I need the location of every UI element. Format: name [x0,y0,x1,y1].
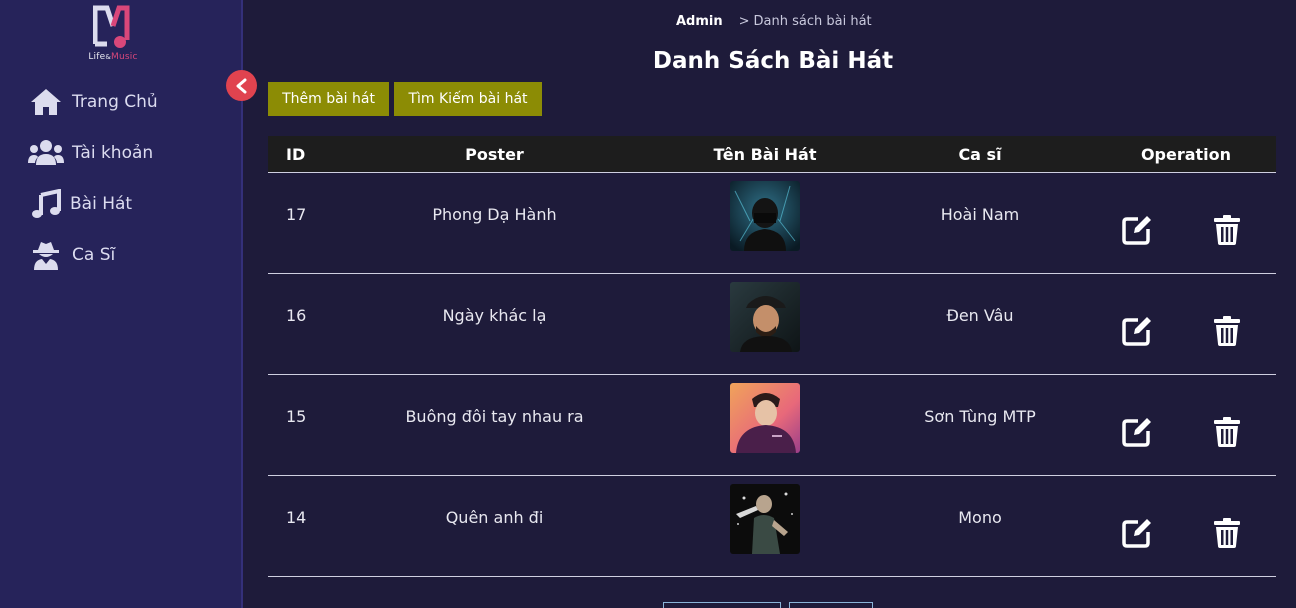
sidebar: Life&Music Trang Chủ Tài khoản Bài Hát C… [0,0,243,608]
table-row: 16 Ngày khác lạ Đen Vâu [268,274,1276,375]
sidebar-item-songs[interactable]: Bài Hát [28,186,132,222]
edit-button[interactable] [1120,314,1154,348]
cell-singer: Sơn Tùng MTP [924,407,1036,426]
cell-name: Buông đôi tay nhau ra [405,407,584,426]
sidebar-item-label: Tài khoản [72,143,154,163]
poster-image [730,282,800,352]
add-song-button[interactable]: Thêm bài hát [268,82,389,116]
search-song-button[interactable]: Tìm Kiếm bài hát [394,82,542,116]
cell-id: 14 [286,508,307,527]
cell-name: Quên anh đi [445,508,544,527]
songs-table: ID Poster Tên Bài Hát Ca sĩ Operation 17… [268,136,1276,577]
trash-icon [1214,316,1240,346]
users-icon [28,137,64,169]
cell-name: Ngày khác lạ [442,306,547,325]
delete-button[interactable] [1210,516,1244,550]
edit-icon [1122,216,1151,245]
poster-image [730,484,800,554]
header-singer: Ca sĩ [958,144,1002,164]
home-icon [28,86,64,118]
breadcrumb: Admin > Danh sách bài hát [676,14,872,29]
chevron-left-icon [236,78,246,93]
sidebar-item-home[interactable]: Trang Chủ [28,84,158,120]
delete-button[interactable] [1210,213,1244,247]
poster-image [730,181,800,251]
edit-icon [1122,317,1151,346]
edit-icon [1122,519,1151,548]
brand-name: Life&Music [83,52,143,62]
edit-button[interactable] [1120,516,1154,550]
header-song-name: Tên Bài Hát [713,144,817,164]
trash-icon [1214,417,1240,447]
table-row: 14 Quên anh đi Mono [268,476,1276,577]
cell-singer: Đen Vâu [946,306,1014,325]
header-operation: Operation [1140,144,1232,164]
pagination-button-prev[interactable] [663,602,781,608]
sidebar-item-accounts[interactable]: Tài khoản [28,135,153,171]
delete-button[interactable] [1210,314,1244,348]
table-row: 15 Buông đôi tay nhau ra Sơn Tùng MTP [268,375,1276,476]
sidebar-item-label: Ca Sĩ [72,245,116,265]
cell-singer: Mono [958,508,1002,527]
sidebar-item-singers[interactable]: Ca Sĩ [28,237,115,273]
breadcrumb-current: Danh sách bài hát [753,14,872,29]
trash-icon [1214,518,1240,548]
pagination-button-next[interactable] [789,602,873,608]
brand-line2: Music [111,52,138,62]
brand-logo[interactable]: Life&Music [83,4,143,64]
header-id: ID [286,144,306,164]
delete-button[interactable] [1210,415,1244,449]
sidebar-item-label: Bài Hát [70,194,133,214]
cell-id: 17 [286,205,307,224]
table-header: ID Poster Tên Bài Hát Ca sĩ Operation [268,136,1276,173]
edit-button[interactable] [1120,415,1154,449]
breadcrumb-separator: > [738,14,750,29]
sidebar-item-label: Trang Chủ [72,92,158,112]
table-row: 17 Phong Dạ Hành Hoài Nam [268,173,1276,274]
logo-mark-icon [93,5,130,48]
page-title: Danh Sách Bài Hát [652,48,894,74]
cell-id: 15 [286,407,307,426]
header-poster: Poster [465,144,524,164]
poster-image [730,383,800,453]
collapse-sidebar-button[interactable] [226,70,257,101]
brand-line1: Life [88,52,106,62]
cell-name: Phong Dạ Hành [432,205,557,224]
breadcrumb-root[interactable]: Admin [676,14,723,29]
cell-singer: Hoài Nam [940,205,1020,224]
music-icon [28,188,64,220]
edit-button[interactable] [1120,213,1154,247]
trash-icon [1214,215,1240,245]
edit-icon [1122,418,1151,447]
cell-id: 16 [286,306,307,325]
user-secret-icon [28,239,64,271]
